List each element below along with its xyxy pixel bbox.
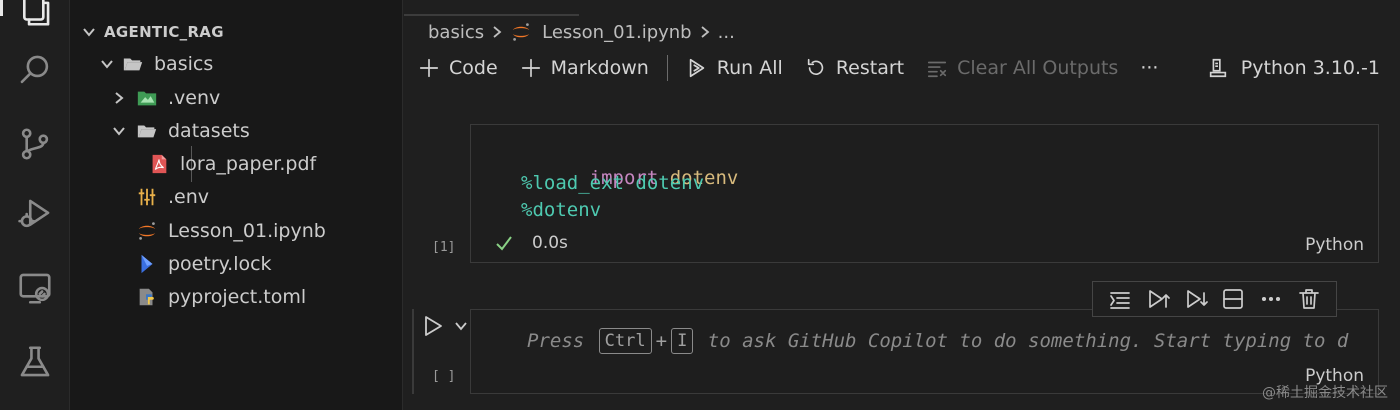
clear-outputs-label: Clear All Outputs — [957, 57, 1119, 79]
add-markdown-label: Markdown — [550, 57, 649, 79]
pdf-file-icon — [146, 152, 172, 176]
cell-toolbar — [1092, 281, 1337, 317]
run-by-line-icon[interactable] — [1108, 287, 1132, 311]
run-all-button[interactable]: Run All — [686, 57, 783, 79]
plus-icon — [419, 58, 439, 78]
key-plus: + — [655, 330, 668, 352]
placeholder-suffix: to ask GitHub Copilot to do something. S… — [707, 330, 1349, 352]
chevron-right-icon — [491, 25, 503, 39]
jupyter-icon — [510, 21, 532, 43]
tree-file-env[interactable]: .env — [70, 181, 402, 213]
tree-item-label: .env — [168, 186, 210, 208]
breadcrumb-folder[interactable]: basics — [428, 22, 484, 43]
tree-item-label: lora_paper.pdf — [180, 153, 317, 175]
cell-placeholder: Press Ctrl + I to ask GitHub Copilot to do… — [527, 328, 1348, 354]
settings-sliders-icon — [134, 185, 160, 209]
toolbar-divider — [666, 55, 668, 81]
code-text: %dotenv — [521, 199, 602, 221]
add-markdown-cell-button[interactable]: Markdown — [520, 57, 649, 79]
split-cell-icon[interactable] — [1221, 287, 1245, 311]
execution-count: [ ] — [432, 369, 456, 384]
restart-button[interactable]: Restart — [805, 57, 904, 79]
chevron-down-icon — [98, 55, 116, 73]
i-key: I — [671, 328, 694, 354]
poetry-icon — [134, 252, 160, 276]
python-config-icon — [134, 285, 160, 309]
kernel-picker[interactable]: Python 3.10.-1 — [1207, 52, 1380, 84]
more-actions-button[interactable]: ··· — [1140, 57, 1158, 79]
cell-language-label[interactable]: Python — [1305, 235, 1364, 255]
add-code-label: Code — [449, 57, 498, 79]
placeholder-prefix: Press — [527, 330, 585, 352]
chevron-down-icon — [80, 23, 98, 41]
tree-item-label: datasets — [168, 120, 250, 142]
restart-icon — [807, 58, 824, 76]
tree-folder-basics[interactable]: basics — [70, 48, 402, 80]
tree-folder-datasets[interactable]: datasets — [70, 115, 402, 147]
notebook-editor: basics Lesson_01.ipynb ... Code Markdown… — [404, 0, 1400, 410]
tree-item-label: pyproject.toml — [168, 286, 307, 308]
source-control-icon[interactable] — [0, 114, 70, 174]
kernel-icon — [1209, 58, 1226, 78]
explorer-icon[interactable] — [0, 0, 70, 40]
plus-icon — [521, 58, 540, 78]
code-text: %load_ext dotenv — [521, 172, 705, 194]
activity-bar — [0, 0, 70, 410]
tree-item-label: .venv — [168, 87, 221, 109]
clear-outputs-icon — [928, 61, 947, 78]
delete-icon[interactable] — [1297, 287, 1321, 311]
active-tab-indicator — [404, 14, 579, 16]
check-icon — [496, 236, 512, 251]
more-actions-label: ··· — [1140, 57, 1159, 79]
search-icon[interactable] — [0, 40, 70, 100]
cell-focus-indicator — [412, 309, 414, 394]
notebook-toolbar: Code Markdown Run All Restart Clear All … — [418, 52, 1180, 84]
chevron-down-icon — [110, 122, 128, 140]
tree-item-label: basics — [154, 53, 214, 75]
jupyter-icon — [134, 219, 160, 243]
execute-below-icon[interactable] — [1184, 287, 1208, 311]
tree-file-lora-paper[interactable]: lora_paper.pdf — [70, 148, 402, 180]
execute-above-icon[interactable] — [1146, 287, 1170, 311]
breadcrumb-more[interactable]: ... — [718, 22, 735, 43]
explorer-section-header[interactable]: AGENTIC_RAG — [70, 16, 402, 48]
run-all-icon — [689, 58, 705, 78]
chevron-down-icon — [455, 322, 467, 331]
tree-item-label: Lesson_01.ipynb — [168, 220, 326, 242]
restart-label: Restart — [835, 57, 905, 79]
ctrl-key: Ctrl — [598, 328, 652, 354]
code-line: %load_ext dotenv — [521, 172, 704, 194]
add-code-cell-button[interactable]: Code — [418, 57, 498, 79]
tree-folder-venv[interactable]: .venv — [70, 82, 402, 114]
run-cell-button[interactable] — [422, 314, 468, 338]
remote-explorer-icon[interactable] — [0, 258, 70, 318]
watermark: @稀土掘金技术社区 — [1262, 385, 1388, 401]
python-env-folder-icon — [134, 86, 160, 110]
testing-icon[interactable] — [0, 332, 70, 392]
cell-status: 0.0s — [494, 233, 568, 253]
chevron-right-icon — [110, 89, 128, 107]
folder-open-icon — [134, 119, 160, 143]
code-line: %dotenv — [521, 199, 601, 221]
code-cell[interactable]: import dotenv %load_ext dotenv %dotenv P… — [470, 124, 1379, 263]
folder-open-icon — [120, 52, 146, 76]
execution-count: [1] — [432, 240, 456, 255]
chevron-right-icon — [699, 25, 711, 39]
breadcrumb-file[interactable]: Lesson_01.ipynb — [542, 22, 692, 43]
workspace-title: AGENTIC_RAG — [104, 23, 224, 41]
play-icon — [425, 316, 442, 336]
run-all-label: Run All — [716, 57, 783, 79]
kernel-label: Python 3.10.-1 — [1240, 57, 1380, 79]
tree-file-pyproject[interactable]: pyproject.toml — [70, 281, 402, 313]
more-icon[interactable] — [1259, 287, 1283, 311]
code-cell-empty[interactable]: Press Ctrl + I to ask GitHub Copilot to do… — [470, 309, 1379, 394]
tree-item-label: poetry.lock — [168, 253, 272, 275]
clear-all-outputs-button[interactable]: Clear All Outputs — [926, 57, 1118, 79]
breadcrumb: basics Lesson_01.ipynb ... — [428, 18, 735, 46]
tree-file-lesson01[interactable]: Lesson_01.ipynb — [70, 215, 402, 247]
explorer-sidebar: AGENTIC_RAG basics .venv datasets lora_p… — [70, 0, 403, 410]
execution-time: 0.0s — [532, 233, 568, 253]
tree-file-poetry-lock[interactable]: poetry.lock — [70, 248, 402, 280]
run-debug-icon[interactable] — [0, 184, 70, 244]
